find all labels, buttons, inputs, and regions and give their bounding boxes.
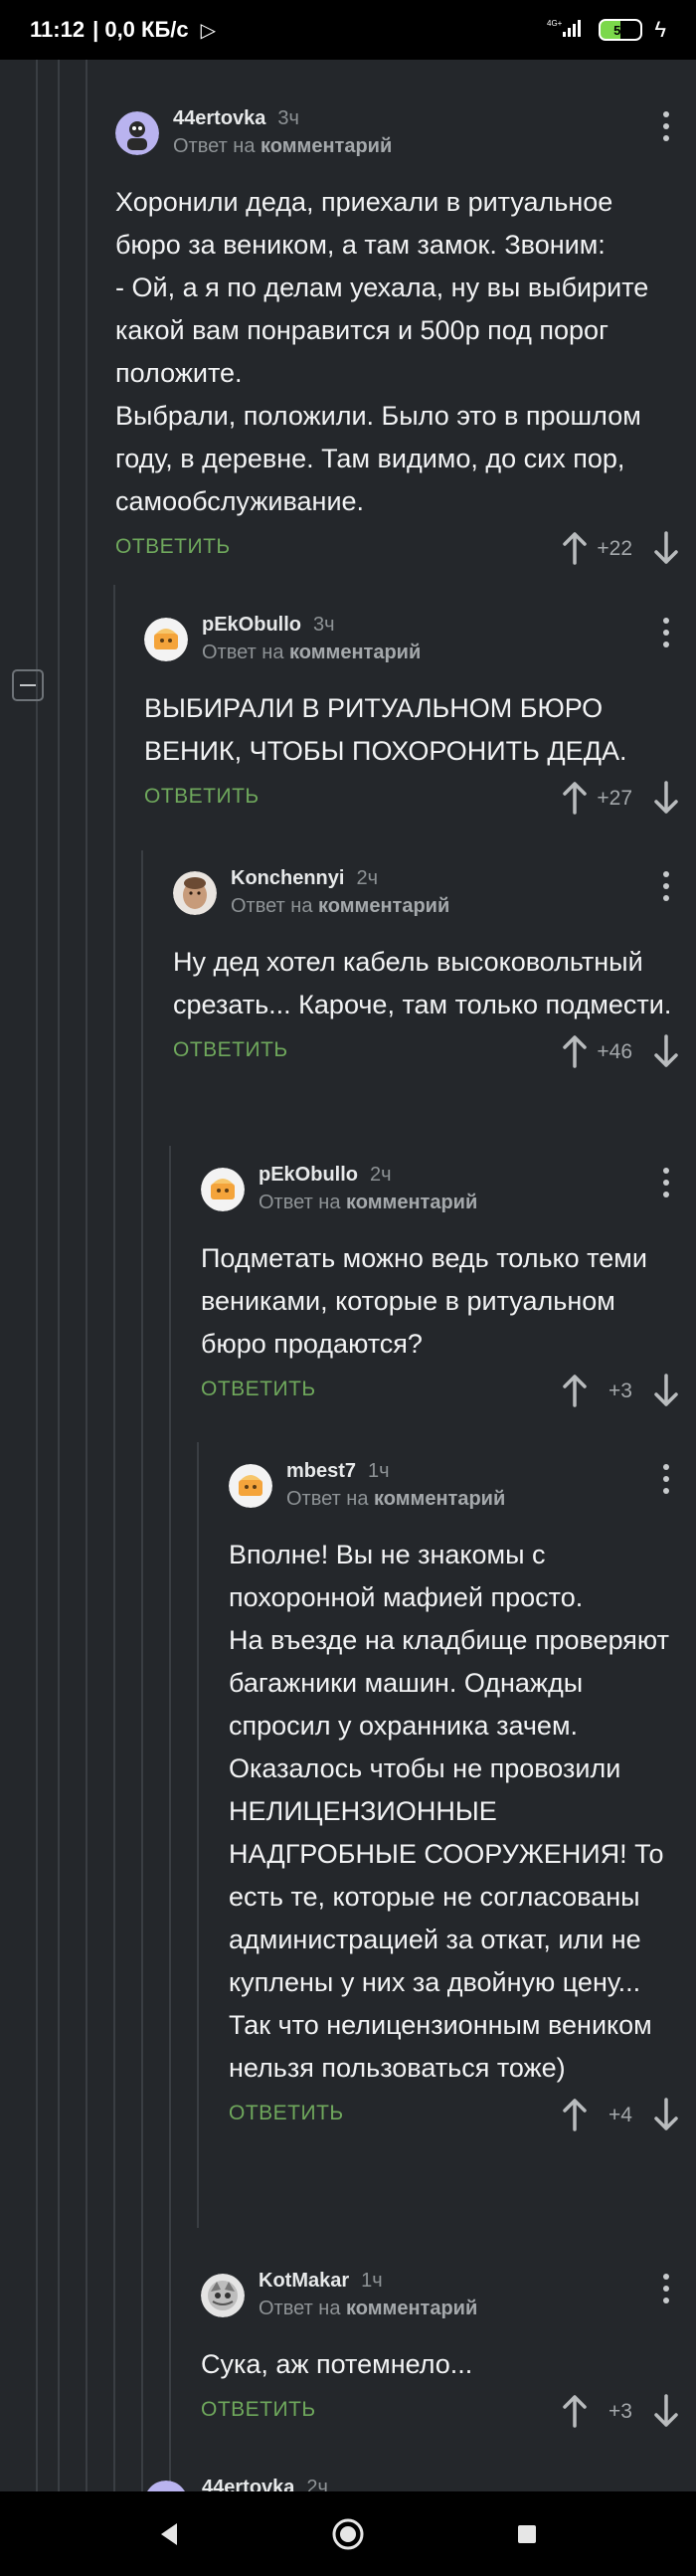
- avatar[interactable]: [201, 2274, 245, 2317]
- reply-to-link[interactable]: Ответ на комментарий: [173, 135, 392, 158]
- avatar[interactable]: [115, 111, 159, 155]
- collapse-thread-button[interactable]: [12, 669, 44, 701]
- more-options-icon[interactable]: [662, 1464, 670, 1494]
- comment: 44ertovka 3ч Ответ на комментарий Хоронил…: [115, 107, 696, 569]
- more-options-icon[interactable]: [662, 111, 670, 141]
- comment-time: 2ч: [370, 1164, 392, 1186]
- reply-button[interactable]: ОТВЕТИТЬ: [201, 2398, 316, 2422]
- comment-time: 2ч: [356, 867, 378, 889]
- upvote-arrow-icon[interactable]: [561, 2394, 589, 2428]
- charging-icon: ϟ: [654, 17, 666, 42]
- downvote-arrow-icon[interactable]: [652, 2098, 680, 2131]
- reply-to-link[interactable]: Ответ на комментарий: [259, 1192, 477, 1214]
- upvote-arrow-icon[interactable]: [561, 781, 589, 815]
- comment: KotMakar 1ч Ответ на комментарий Сука, аж…: [201, 2270, 696, 2432]
- recent-apps-icon[interactable]: [507, 2514, 547, 2554]
- reply-button[interactable]: ОТВЕТИТЬ: [229, 2102, 344, 2125]
- thread-line: [197, 1442, 199, 2228]
- reply-to-link[interactable]: Ответ на комментарий: [231, 895, 449, 918]
- status-time: 11:12: [30, 17, 86, 42]
- back-icon[interactable]: [149, 2514, 189, 2554]
- comment-rating: +3: [609, 1380, 632, 1402]
- thread-line: [86, 60, 87, 2491]
- signal-icon: 4G+: [547, 17, 587, 44]
- avatar[interactable]: [144, 618, 188, 661]
- comment-text: Сука, аж потемнело...: [201, 2349, 473, 2379]
- comment-author[interactable]: pEkObullo 2ч: [259, 1164, 392, 1187]
- reply-to-link[interactable]: Ответ на комментарий: [286, 1488, 505, 1511]
- home-icon[interactable]: [328, 2514, 368, 2554]
- avatar[interactable]: [173, 871, 217, 915]
- comment-rating: +46: [597, 1040, 632, 1063]
- comment-rating: +27: [597, 787, 632, 810]
- comment-text: Подметать можно ведь только теми веникам…: [201, 1243, 647, 1359]
- comment-text: Ну дед хотел кабель высоковольтный среза…: [173, 947, 672, 1019]
- thread-line: [36, 60, 38, 2491]
- avatar[interactable]: [201, 1168, 245, 1211]
- network-type-label: 4G+: [547, 19, 563, 28]
- more-options-icon[interactable]: [662, 1168, 670, 1197]
- comment-author[interactable]: KotMakar 1ч: [259, 2270, 383, 2293]
- upvote-arrow-icon[interactable]: [561, 531, 589, 565]
- thread-line: [113, 585, 115, 2491]
- upvote-arrow-icon[interactable]: [561, 2098, 589, 2131]
- comment: pEkObullo 2ч Ответ на комментарий Подмета…: [201, 1164, 696, 1411]
- comment-author[interactable]: pEkObullo 3ч: [202, 614, 335, 637]
- status-network-speed: | 0,0 КБ/с: [92, 17, 189, 42]
- avatar[interactable]: [229, 1464, 272, 1508]
- reply-button[interactable]: ОТВЕТИТЬ: [115, 535, 231, 559]
- battery-level: 50: [613, 22, 628, 38]
- reply-button[interactable]: ОТВЕТИТЬ: [144, 785, 260, 809]
- comment-time: 1ч: [361, 2270, 383, 2292]
- downvote-arrow-icon[interactable]: [652, 781, 680, 815]
- thread-line: [169, 1146, 171, 2491]
- play-store-icon: ▷: [200, 19, 217, 42]
- comment-author[interactable]: mbest7 1ч: [286, 1460, 390, 1483]
- comment-text: ВЫБИРАЛИ В РИТУАЛЬНОМ БЮРО ВЕНИК, ЧТОБЫ …: [144, 693, 627, 766]
- reply-button[interactable]: ОТВЕТИТЬ: [173, 1038, 288, 1062]
- more-options-icon[interactable]: [662, 618, 670, 647]
- downvote-arrow-icon[interactable]: [652, 2394, 680, 2428]
- comment-time: 3ч: [313, 614, 335, 636]
- comment-author[interactable]: Konchennyi 2ч: [231, 867, 378, 890]
- downvote-arrow-icon[interactable]: [652, 1034, 680, 1068]
- thread-line: [58, 60, 60, 2491]
- comment: pEkObullo 3ч Ответ на комментарий ВЫБИРАЛ…: [144, 614, 696, 819]
- battery-icon: 50: [599, 19, 643, 41]
- comment: Konchennyi 2ч Ответ на комментарий Ну дед…: [173, 867, 696, 1072]
- more-options-icon[interactable]: [662, 2274, 670, 2303]
- downvote-arrow-icon[interactable]: [652, 1374, 680, 1407]
- system-nav-bar: [0, 2491, 696, 2576]
- comment-text: Вполне! Вы не знакомы с похоронной мафие…: [229, 1540, 669, 2083]
- comment: mbest7 1ч Ответ на комментарий Вполне! Вы…: [229, 1460, 696, 2135]
- comment-text: Хоронили деда, приехали в ритуальное бюр…: [115, 187, 649, 516]
- reply-to-link[interactable]: Ответ на комментарий: [259, 2298, 477, 2320]
- comment-author[interactable]: 44ertovka 3ч: [173, 107, 299, 130]
- reply-button[interactable]: ОТВЕТИТЬ: [201, 1378, 316, 1401]
- more-options-icon[interactable]: [662, 871, 670, 901]
- comment-rating: +4: [609, 2104, 632, 2126]
- reply-to-link[interactable]: Ответ на комментарий: [202, 642, 421, 664]
- upvote-arrow-icon[interactable]: [561, 1374, 589, 1407]
- upvote-arrow-icon[interactable]: [561, 1034, 589, 1068]
- downvote-arrow-icon[interactable]: [652, 531, 680, 565]
- comment-time: 3ч: [277, 107, 299, 129]
- comment-rating: +22: [597, 537, 632, 560]
- thread-line: [141, 850, 143, 2491]
- status-icons: 4G+ 50 ϟ: [547, 17, 666, 44]
- comment-rating: +3: [609, 2400, 632, 2423]
- comment-time: 1ч: [368, 1460, 390, 1482]
- status-bar: 11:12 | 0,0 КБ/с ▷ 4G+ 50 ϟ: [0, 0, 696, 60]
